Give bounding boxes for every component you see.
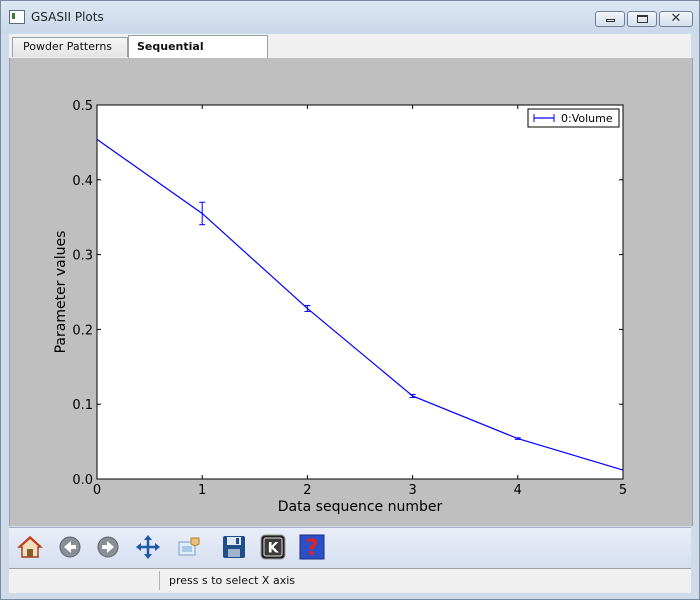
- status-bar: press s to select X axis: [9, 568, 691, 593]
- help-glyph: ?: [306, 536, 319, 560]
- status-message: press s to select X axis: [169, 574, 296, 587]
- close-button[interactable]: ✕: [659, 11, 693, 27]
- x-tick-label: 4: [514, 483, 522, 498]
- close-icon: ✕: [670, 11, 682, 26]
- forward-icon: [97, 536, 119, 558]
- help-button[interactable]: ?: [299, 534, 325, 560]
- y-tick-label: 0.2: [72, 323, 93, 338]
- home-button[interactable]: [17, 534, 43, 560]
- x-tick-label: 5: [619, 483, 627, 498]
- x-tick-label: 2: [303, 483, 311, 498]
- forward-button[interactable]: [95, 534, 121, 560]
- y-tick-label: 0.4: [72, 174, 93, 189]
- tab-strip: Powder Patterns Sequential refinement: [9, 34, 691, 75]
- navigation-toolbar: K ?: [9, 527, 691, 568]
- x-tick-label: 3: [408, 483, 416, 498]
- pan-button[interactable]: [135, 534, 161, 560]
- configure-subplots-button[interactable]: [175, 534, 201, 560]
- home-icon: [17, 535, 43, 558]
- tab-powder-patterns[interactable]: Powder Patterns: [12, 37, 128, 57]
- status-field: [9, 571, 160, 590]
- back-icon: [59, 536, 81, 558]
- key-button[interactable]: K: [260, 534, 286, 560]
- help-icon: ?: [299, 534, 325, 560]
- x-axis-label: Data sequence number: [278, 499, 443, 515]
- plot-canvas[interactable]: 0 1 2 3 4 5 0.0 0.1 0.2 0.3 0.4 0.5 Data sequence nu…: [9, 58, 693, 526]
- y-tick-label: 0.5: [72, 99, 93, 114]
- y-tick-label: 0.3: [72, 249, 93, 264]
- plot-window: GSASII Plots ✕ Powder Patterns Sequentia…: [0, 0, 700, 600]
- window-title: GSASII Plots: [31, 10, 104, 24]
- app-icon: [9, 10, 25, 24]
- key-letter: K: [268, 541, 280, 557]
- minimize-icon: [606, 19, 615, 22]
- save-icon: [223, 536, 245, 558]
- tab-sequential-refinement[interactable]: Sequential refinement: [128, 35, 268, 75]
- title-bar[interactable]: GSASII Plots ✕: [1, 1, 699, 33]
- back-button[interactable]: [57, 534, 83, 560]
- save-button[interactable]: [221, 534, 247, 560]
- y-axis-label: Parameter values: [53, 231, 69, 354]
- x-tick-label: 0: [93, 483, 101, 498]
- sequential-refinement-chart[interactable]: 0 1 2 3 4 5 0.0 0.1 0.2 0.3 0.4 0.5 Data sequence nu…: [10, 58, 692, 526]
- plot-area[interactable]: [96, 104, 624, 480]
- x-tick-label: 1: [198, 483, 206, 498]
- configure-subplots-icon: [178, 537, 200, 556]
- y-tick-label: 0.1: [72, 398, 93, 413]
- pan-icon: [136, 535, 160, 559]
- maximize-icon: [637, 15, 648, 23]
- y-tick-label: 0.0: [72, 473, 93, 488]
- legend-label: 0:Volume: [561, 112, 613, 125]
- minimize-button[interactable]: [595, 11, 625, 27]
- key-icon: K: [260, 534, 286, 560]
- maximize-button[interactable]: [627, 11, 657, 27]
